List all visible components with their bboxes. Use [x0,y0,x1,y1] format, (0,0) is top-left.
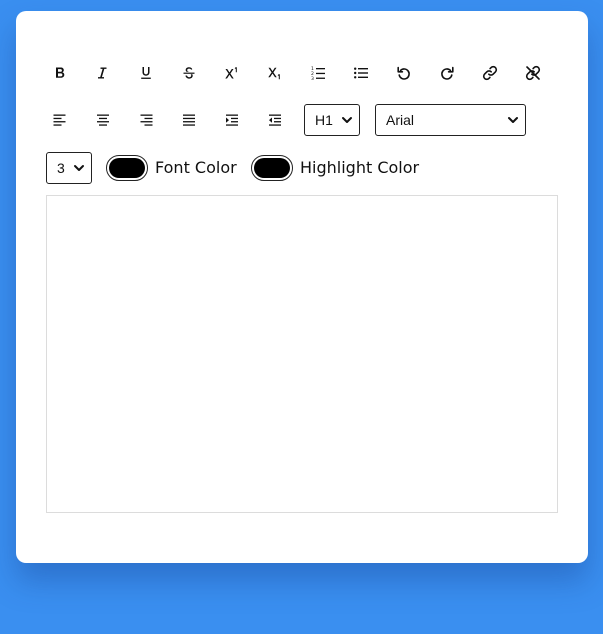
highlight-color-label: Highlight Color [300,158,420,177]
outdent-button[interactable] [261,106,289,134]
undo-button[interactable] [390,59,418,87]
heading-select-value: H1 [315,112,333,128]
bold-icon [52,65,68,81]
font-color-label: Font Color [155,158,237,177]
font-family-select[interactable]: Arial [375,104,526,136]
bold-button[interactable] [46,59,74,87]
undo-icon [396,65,412,81]
font-color-swatch [109,158,145,178]
align-center-icon [95,112,111,128]
font-size-select[interactable]: 3 [46,152,92,184]
chevron-down-icon [341,114,353,126]
strikethrough-button[interactable] [175,59,203,87]
align-left-button[interactable] [46,106,74,134]
svg-text:3: 3 [311,76,314,81]
italic-button[interactable] [88,59,116,87]
align-right-button[interactable] [132,106,160,134]
unordered-list-icon [353,65,369,81]
ordered-list-button[interactable]: 123 [304,59,332,87]
heading-select[interactable]: H1 [304,104,360,136]
link-button[interactable] [476,59,504,87]
underline-icon [138,65,154,81]
superscript-button[interactable] [218,59,246,87]
highlight-color-picker[interactable] [251,155,293,181]
align-center-button[interactable] [89,106,117,134]
indent-icon [224,112,240,128]
highlight-color-swatch [254,158,290,178]
italic-icon [94,65,110,81]
chevron-down-icon [73,162,85,174]
font-size-select-value: 3 [57,160,65,176]
underline-button[interactable] [132,59,160,87]
font-family-select-value: Arial [386,112,415,128]
unlink-icon [525,65,541,81]
outdent-icon [267,112,283,128]
align-left-icon [52,112,68,128]
chevron-down-icon [507,114,519,126]
align-right-icon [138,112,154,128]
align-justify-icon [181,112,197,128]
redo-icon [439,65,455,81]
strikethrough-icon [181,65,197,81]
indent-button[interactable] [218,106,246,134]
ordered-list-icon: 123 [310,65,326,81]
editor-card: 123 H1 Arial 3 Font Color Highlight Colo… [16,11,588,563]
link-icon [482,65,498,81]
unlink-button[interactable] [519,59,547,87]
subscript-button[interactable] [261,59,289,87]
font-color-picker[interactable] [106,155,148,181]
subscript-icon [267,65,283,81]
unordered-list-button[interactable] [347,59,375,87]
redo-button[interactable] [433,59,461,87]
align-justify-button[interactable] [175,106,203,134]
text-editor-area[interactable] [46,195,558,513]
superscript-icon [224,65,240,81]
